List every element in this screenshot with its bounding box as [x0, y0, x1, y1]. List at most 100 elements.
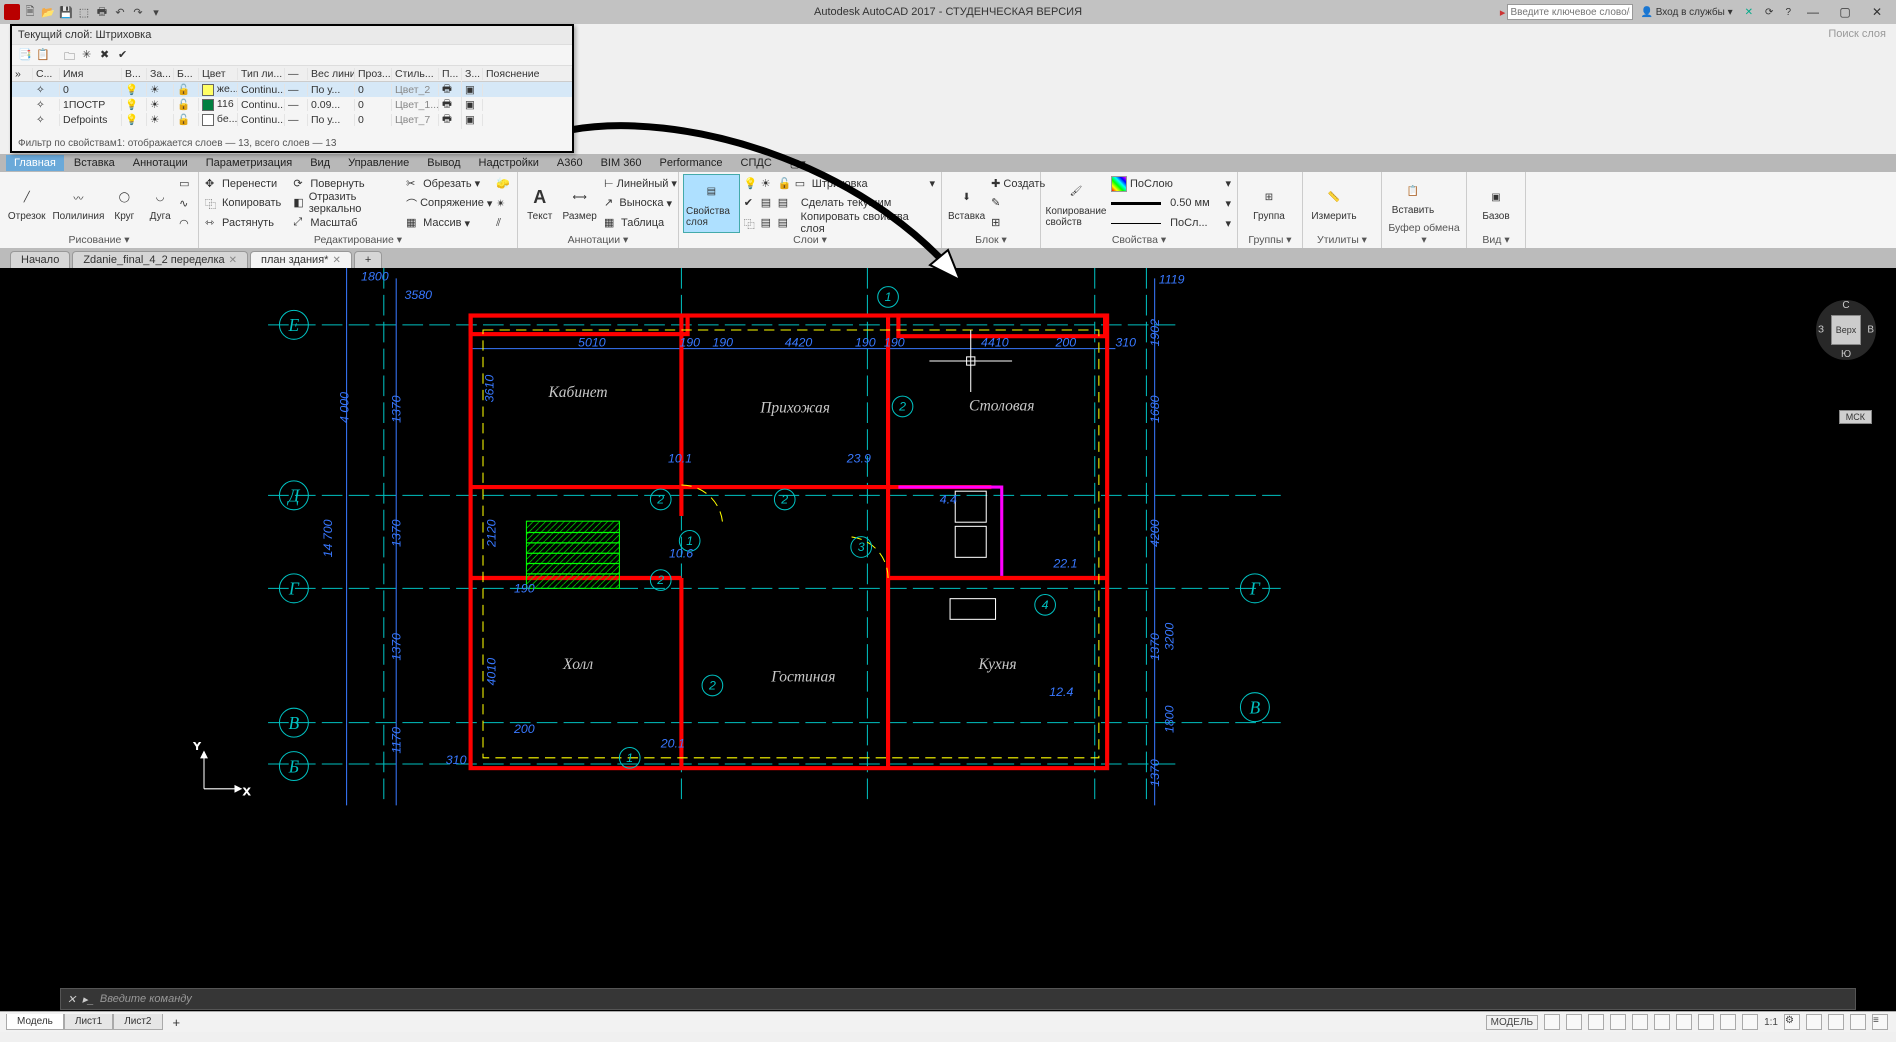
lp-tool-icon[interactable]: 📑 [18, 48, 32, 62]
menu-tab[interactable]: Параметризация [198, 155, 300, 171]
line-button[interactable]: ╱Отрезок [4, 174, 49, 233]
undo-icon[interactable]: ↶ [112, 4, 128, 20]
window-minimize[interactable]: — [1798, 2, 1828, 22]
group-button[interactable]: ⊞Группа [1242, 174, 1296, 233]
layer-row[interactable]: ✧Defpoints💡☀🔓 бе...Continu...—По у...0Цв… [12, 112, 572, 127]
lp-current-icon[interactable]: ✔ [118, 48, 132, 62]
copy-button[interactable]: ⿻Копировать [203, 194, 289, 212]
trim-button[interactable]: ✂Обрезать ▾ [404, 175, 494, 193]
search-input[interactable] [1507, 4, 1633, 20]
spline-icon[interactable]: ∿ [179, 197, 194, 210]
arc-button[interactable]: ◡Дуга [143, 174, 177, 233]
drawing-canvas[interactable]: Е Д Г В Б Г В 1 2 2 2 2 1 3 4 2 1 Кабине… [0, 268, 1896, 1012]
circle-button[interactable]: ◯Круг [107, 174, 141, 233]
layer-row[interactable]: ✧1ПОСТР💡☀🔓 116Continu...—0.09...0Цвет_1.… [12, 97, 572, 112]
lp-filter-icon[interactable]: 🗀 [64, 48, 78, 62]
dimension-button[interactable]: ⟷Размер [559, 174, 600, 233]
qc-icon[interactable] [1720, 1014, 1736, 1030]
viewcube-top[interactable]: Верх [1831, 315, 1861, 345]
drawing-svg[interactable]: Е Д Г В Б Г В 1 2 2 2 2 1 3 4 2 1 Кабине… [0, 268, 1896, 1012]
menu-tab[interactable]: A360 [549, 155, 591, 171]
create-block-button[interactable]: ✚Создать [989, 175, 1039, 193]
rect-icon[interactable]: ▭ [179, 177, 194, 190]
window-close[interactable]: ✕ [1862, 2, 1892, 22]
offset-icon[interactable]: ⫽ [496, 217, 513, 230]
menu-tab[interactable]: Вставка [66, 155, 123, 171]
command-line[interactable]: ✕ ▸_ Введите команду [60, 988, 1856, 1010]
document-tab[interactable]: Начало [10, 251, 70, 268]
add-layout-button[interactable]: + [163, 1013, 191, 1032]
new-icon[interactable]: 🗎 [22, 4, 38, 20]
rotate-button[interactable]: ⟳Повернуть [291, 175, 402, 193]
document-tab[interactable]: план здания*✕ [250, 251, 352, 268]
layout-tab[interactable]: Лист2 [113, 1014, 162, 1030]
menu-tab[interactable]: Управление [340, 155, 417, 171]
make-current-button[interactable]: ✔▤▤ Сделать текущим [742, 194, 937, 212]
exchange-icon[interactable]: ✕ [1740, 2, 1758, 22]
viewcube-south[interactable]: Ю [1841, 349, 1851, 360]
color-dropdown[interactable]: ПоСлою▾ [1109, 175, 1233, 193]
array-button[interactable]: ▦Массив ▾ [404, 214, 494, 232]
clean-icon[interactable] [1850, 1014, 1866, 1030]
layer-properties-button[interactable]: ▤Свойства слоя [683, 174, 740, 233]
a360-icon[interactable]: ⟳ [1760, 2, 1778, 22]
polar-toggle-icon[interactable] [1610, 1014, 1626, 1030]
save-icon[interactable]: 💾 [58, 4, 74, 20]
lwt-toggle-icon[interactable] [1676, 1014, 1692, 1030]
transparency-icon[interactable] [1698, 1014, 1714, 1030]
workspace-icon[interactable] [1806, 1014, 1822, 1030]
menu-tab[interactable]: Надстройки [471, 155, 547, 171]
fillet-button[interactable]: ⌒Сопряжение ▾ [404, 194, 494, 212]
layer-dropdown[interactable]: 💡☀🔓▭Штриховка▾ [742, 175, 937, 193]
mirror-button[interactable]: ◧Отразить зеркально [291, 194, 402, 212]
layout-tab[interactable]: Модель [6, 1014, 64, 1030]
lp-new-icon[interactable]: ✳ [82, 48, 96, 62]
ucs-label[interactable]: МСК [1839, 410, 1872, 424]
scale-button[interactable]: ⤢Масштаб [291, 214, 402, 232]
menu-tab[interactable]: Performance [652, 155, 731, 171]
qat-more-icon[interactable]: ▾ [148, 4, 164, 20]
open-icon[interactable]: 📂 [40, 4, 56, 20]
move-button[interactable]: ✥Перенести [203, 175, 289, 193]
window-maximize[interactable]: ▢ [1830, 2, 1860, 22]
gear-icon[interactable]: ⚙ [1784, 1014, 1800, 1030]
customize-icon[interactable]: ≡ [1872, 1014, 1888, 1030]
menu-tab[interactable]: Вид [302, 155, 338, 171]
table-button[interactable]: ▦Таблица [602, 214, 674, 232]
lineweight-dropdown[interactable]: 0.50 мм▾ [1109, 194, 1233, 212]
grid-toggle-icon[interactable] [1544, 1014, 1560, 1030]
layer-row[interactable]: ✧0💡☀🔓 же...Continu...—По у...0Цвет_2🖶▣ [12, 82, 572, 97]
redo-icon[interactable]: ↷ [130, 4, 146, 20]
block-attr-icon[interactable]: ⊞ [989, 214, 1039, 232]
erase-icon[interactable]: 🧽 [496, 177, 513, 190]
menu-tab[interactable]: СПДС [733, 155, 780, 171]
linetype-dropdown[interactable]: ПоСл...▾ [1109, 214, 1233, 232]
lp-tool-icon[interactable]: 📋 [36, 48, 50, 62]
ann-icon[interactable] [1742, 1014, 1758, 1030]
print-icon[interactable]: 🖶 [94, 4, 110, 20]
copy-layer-props-button[interactable]: ⿻▤▤ Копировать свойства слоя [742, 214, 937, 232]
baseview-button[interactable]: ▣Базов [1471, 174, 1521, 233]
viewcube-east[interactable]: В [1867, 325, 1874, 336]
paste-button[interactable]: 📋Вставить [1386, 174, 1440, 221]
viewcube-west[interactable]: З [1818, 325, 1824, 336]
match-props-button[interactable]: 🖌Копирование свойств [1045, 174, 1107, 233]
menu-tab[interactable]: Вывод [419, 155, 468, 171]
text-button[interactable]: AТекст [522, 174, 557, 233]
help-icon[interactable]: ? [1780, 2, 1796, 22]
insert-button[interactable]: ⬇Вставка [946, 174, 987, 233]
app-logo-icon[interactable] [4, 4, 20, 20]
scale-label[interactable]: 1:1 [1764, 1017, 1778, 1028]
linear-dim-button[interactable]: ⊢Линейный ▾ [602, 175, 674, 193]
otrack-toggle-icon[interactable] [1654, 1014, 1670, 1030]
osnap-toggle-icon[interactable] [1632, 1014, 1648, 1030]
ribbon-appearance-button[interactable]: ▢▾ [782, 155, 814, 172]
menu-tab[interactable]: Главная [6, 155, 64, 171]
saveas-icon[interactable]: ⬚ [76, 4, 92, 20]
leader-button[interactable]: ↗Выноска ▾ [602, 194, 674, 212]
layout-tab[interactable]: Лист1 [64, 1014, 113, 1030]
signin-button[interactable]: 👤 Вход в службы ▾ [1635, 2, 1737, 22]
menu-tab[interactable]: Аннотации [125, 155, 196, 171]
stretch-button[interactable]: ⇿Растянуть [203, 214, 289, 232]
hardware-icon[interactable] [1828, 1014, 1844, 1030]
